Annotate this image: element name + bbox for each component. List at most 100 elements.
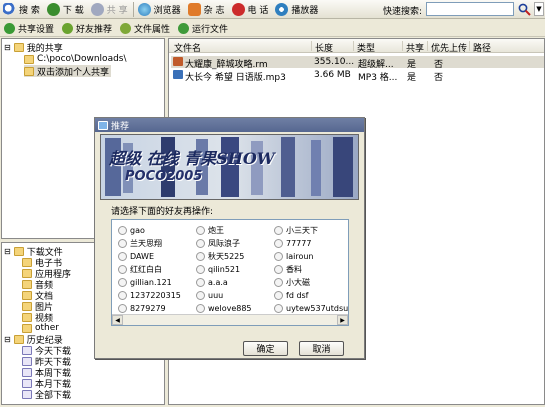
file-properties-button[interactable]: 文件属性 bbox=[116, 22, 174, 35]
tree-my-shares[interactable]: ⊟ 我的共享 bbox=[4, 41, 63, 54]
file-name: 大长今 希望 日语版.mp3 bbox=[185, 73, 286, 83]
scroll-left-icon[interactable]: ◀ bbox=[112, 315, 123, 325]
friend-item[interactable]: 炮王 bbox=[196, 224, 224, 236]
friend-name: gillian.121 bbox=[130, 277, 172, 287]
user-avatar-icon bbox=[196, 277, 205, 287]
phone-tab[interactable]: 电 话 bbox=[229, 1, 273, 18]
column-header[interactable]: 路径 bbox=[469, 41, 491, 54]
friend-name: 77777 bbox=[286, 238, 312, 248]
friend-item[interactable]: 1237220315 bbox=[118, 289, 181, 301]
folder-icon bbox=[22, 323, 32, 333]
toolbar-divider bbox=[132, 1, 134, 17]
friend-name: 红红白白 bbox=[130, 264, 162, 274]
friend-item[interactable]: lairoun bbox=[274, 250, 314, 262]
tree-period-label: 全部下载 bbox=[35, 390, 72, 401]
user-avatar-icon bbox=[196, 225, 205, 235]
friend-item[interactable]: 8279279 bbox=[118, 302, 166, 314]
friend-item[interactable]: qilin521 bbox=[196, 263, 240, 275]
share-tab-label: 共 享 bbox=[106, 5, 128, 16]
friend-item[interactable]: a.a.a bbox=[196, 276, 228, 288]
tree-share-path[interactable]: C:\poco\Downloads\ bbox=[24, 53, 127, 65]
user-avatar-icon bbox=[118, 303, 127, 313]
friend-name: 小大磁 bbox=[286, 277, 310, 287]
column-header[interactable]: 长度 bbox=[311, 41, 333, 54]
scroll-right-icon[interactable]: ▶ bbox=[337, 315, 348, 325]
run-file-button[interactable]: 运行文件 bbox=[174, 22, 232, 35]
user-avatar-icon bbox=[118, 277, 127, 287]
friend-item[interactable]: 小三天下 bbox=[274, 224, 318, 236]
friend-item[interactable]: uytew537utdsute bbox=[274, 302, 348, 314]
friend-item[interactable]: 77777 bbox=[274, 237, 311, 249]
friend-item[interactable]: uuu bbox=[196, 289, 223, 301]
share-tab[interactable]: 共 享 bbox=[88, 1, 132, 18]
recommend-dialog: 推荐 超级 在线 青果SHOW POCO2005 请选择下面的好友再操作: ga… bbox=[94, 117, 365, 359]
user-avatar-icon bbox=[274, 303, 283, 313]
friend-item[interactable]: DAWE bbox=[118, 250, 154, 262]
friend-name: gao bbox=[130, 225, 145, 235]
friend-item[interactable]: 香料 bbox=[274, 263, 302, 275]
user-avatar-icon bbox=[274, 238, 283, 248]
user-avatar-icon bbox=[118, 290, 127, 300]
folder-icon bbox=[22, 312, 32, 322]
magazine-tab[interactable]: 杂 志 bbox=[185, 1, 229, 18]
column-header[interactable]: 类型 bbox=[353, 41, 375, 54]
calendar-icon bbox=[22, 345, 32, 355]
user-avatar-icon bbox=[274, 277, 283, 287]
calendar-icon bbox=[22, 356, 32, 366]
friend-name: 炮王 bbox=[208, 225, 224, 235]
browser-tab[interactable]: 浏览器 bbox=[135, 1, 185, 18]
friend-item[interactable]: 红红白白 bbox=[118, 263, 162, 275]
friend-item[interactable]: 凤际浪子 bbox=[196, 237, 240, 249]
ok-button-label: 确定 bbox=[256, 345, 275, 355]
friend-name: qilin521 bbox=[208, 264, 241, 274]
share-icon bbox=[90, 2, 104, 16]
friend-item[interactable]: 秋天5225 bbox=[196, 250, 244, 262]
friend-item[interactable]: 小大磁 bbox=[274, 276, 310, 288]
ok-button[interactable]: 确定 bbox=[243, 341, 288, 356]
friend-item[interactable]: welove885 bbox=[196, 302, 252, 314]
user-avatar-icon bbox=[196, 238, 205, 248]
table-row[interactable]: 大长今 希望 日语版.mp3 3.66 MB MP3 格... 是 否 bbox=[171, 69, 544, 83]
cancel-button[interactable]: 取消 bbox=[299, 341, 344, 356]
quick-search-label: 快速搜索: bbox=[383, 7, 423, 17]
player-tab[interactable]: 播放器 bbox=[272, 1, 322, 18]
main-toolbar: 搜 索 下 载 共 享 浏览器 杂 志 电 话 播放器 快速搜索: ▼ bbox=[0, 0, 545, 19]
tree-add-share[interactable]: 双击添加个人共享 bbox=[24, 65, 112, 78]
quick-search-button[interactable] bbox=[515, 1, 533, 17]
calendar-icon bbox=[22, 389, 32, 399]
recommend-button[interactable]: 好友推荐 bbox=[58, 22, 116, 35]
dialog-titlebar[interactable]: 推荐 bbox=[95, 118, 364, 132]
download-tab[interactable]: 下 载 bbox=[44, 1, 88, 18]
banner-subtitle: POCO2005 bbox=[125, 169, 203, 184]
media-file-icon bbox=[173, 57, 183, 66]
collapse-icon: ⊟ bbox=[4, 334, 11, 344]
column-header[interactable]: 共享 bbox=[402, 41, 424, 54]
share-settings-button[interactable]: 共享设置 bbox=[0, 22, 58, 35]
folder-icon bbox=[22, 257, 32, 267]
search-tab[interactable]: 搜 索 bbox=[0, 1, 44, 18]
friend-list: gao 炮王 小三天下兰天思翔 凤际浪子 77777 DAWE 秋天5225 lairoun 红… bbox=[111, 219, 349, 326]
player-icon bbox=[275, 2, 289, 16]
table-row[interactable]: 大耀康_醉城攻略.rm 355.10... 超级解... 是 否 bbox=[171, 56, 544, 70]
search-dropdown-arrow[interactable]: ▼ bbox=[534, 2, 544, 16]
friend-item[interactable]: gao bbox=[118, 224, 145, 236]
folder-icon bbox=[24, 66, 34, 76]
player-tab-label: 播放器 bbox=[291, 5, 319, 16]
folder-icon bbox=[13, 42, 24, 52]
share-settings-label: 共享设置 bbox=[18, 24, 55, 35]
column-header[interactable]: 文件名 bbox=[171, 41, 201, 54]
friend-item[interactable]: fd dsf bbox=[274, 289, 309, 301]
column-header[interactable]: 优先上传 bbox=[427, 41, 467, 54]
friend-name: 兰天思翔 bbox=[130, 238, 162, 248]
folder-icon bbox=[24, 54, 34, 64]
poco-banner: 超级 在线 青果SHOW POCO2005 bbox=[100, 134, 359, 200]
tree-period[interactable]: 全部下载 bbox=[22, 388, 72, 401]
browser-tab-label: 浏览器 bbox=[153, 5, 181, 16]
quick-search-input[interactable] bbox=[426, 2, 514, 16]
calendar-icon bbox=[22, 367, 32, 377]
tree-my-shares-label: 我的共享 bbox=[26, 43, 63, 54]
friend-item[interactable]: 兰天思翔 bbox=[118, 237, 162, 249]
dialog-title: 推荐 bbox=[111, 121, 130, 132]
friend-item[interactable]: gillian.121 bbox=[118, 276, 172, 288]
horizontal-scrollbar[interactable]: ◀ ▶ bbox=[112, 314, 348, 325]
